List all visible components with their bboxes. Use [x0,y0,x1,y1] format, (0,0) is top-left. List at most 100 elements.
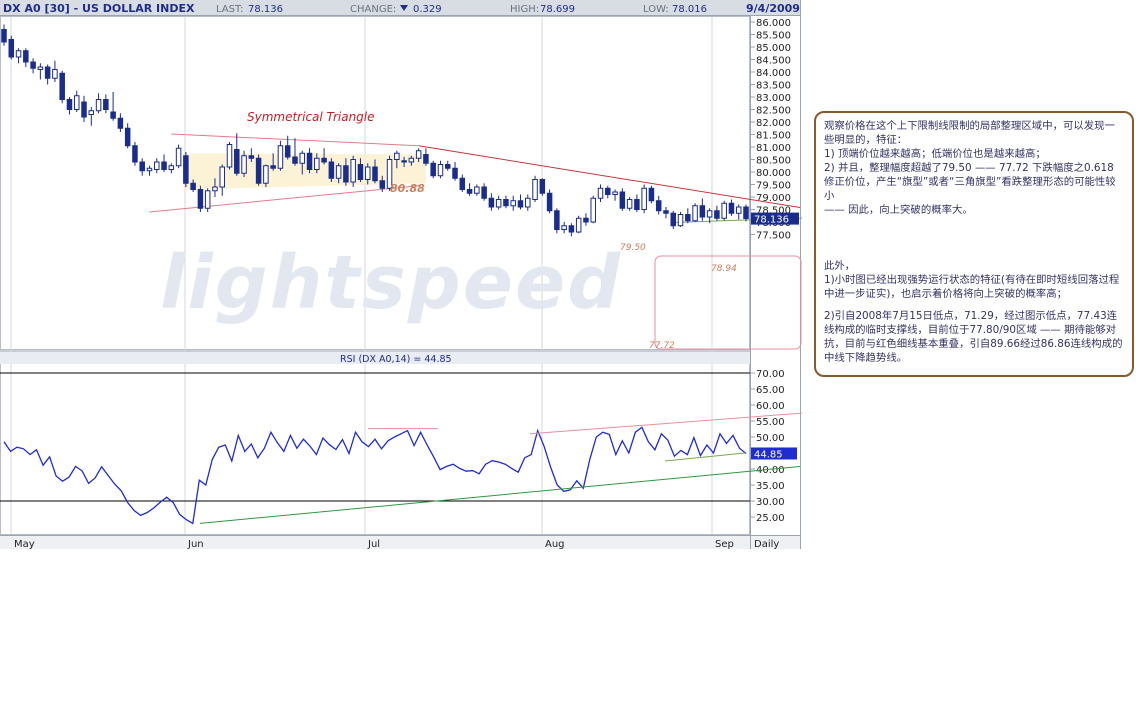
candle-body [466,189,473,194]
candle-body [728,202,735,214]
candle-body [234,149,240,174]
period-label: Daily [754,539,779,550]
candle-body [401,160,407,163]
candle-body [517,200,524,208]
candle-body [605,187,611,195]
candle-body [554,210,560,230]
candle-body [59,72,65,100]
candle-body [44,66,51,79]
price-tick-label: 77.500 [756,231,791,242]
candle-body [721,202,727,219]
candle-body [364,166,371,180]
price-tick-label: 82.500 [756,106,791,117]
rsi-tick-label: 25.00 [756,513,785,524]
candle-body [444,164,451,169]
rsi-tick-label: 55.00 [756,417,785,428]
symbol-title: DX A0 [30] - US DOLLAR INDEX [3,2,195,15]
candle-body [15,50,22,58]
high-label: HIGH: [510,4,539,15]
last-label: LAST: [216,4,243,15]
candle-body [583,217,589,223]
candle-body [175,147,182,167]
candle-body [714,210,720,219]
candle-body [226,144,233,168]
month-label: Sep [715,539,734,550]
candle-body [634,199,640,210]
candle-body [110,111,116,119]
candle-body [103,99,109,110]
last-value: 78.136 [248,4,283,15]
candle-body [154,161,160,170]
candle-body [241,155,247,174]
candle-body [183,155,189,184]
rsi-tick-label: 35.00 [756,481,785,492]
candle-body [284,145,291,158]
low-label-7772: 77.72 [649,341,675,351]
candle-body [204,190,211,209]
candle-body [699,205,706,218]
candle-body [685,214,691,222]
candle-body [532,179,538,200]
candle-body [648,187,655,202]
candle-body [372,166,378,182]
date-label: 9/4/2009 [746,2,800,15]
rsi-tick-label: 70.00 [756,369,785,380]
candle-body [37,66,44,70]
rsi-tick-label: 65.00 [756,385,785,396]
candle-body [706,210,713,218]
lightspeed-watermark: lightspeed [160,240,622,326]
candle-body [481,186,487,199]
candle-body [81,101,87,118]
price-tick-label: 85.000 [756,43,791,54]
candle-body [655,200,662,212]
candle-body [299,152,306,164]
price-tag: 78.136 [754,215,789,226]
candle-body [670,212,677,227]
price-tick-label: 79.000 [756,193,791,204]
candle-body [66,99,73,110]
price-tick-label: 80.000 [756,168,791,179]
peak-label-7950: 79.50 [620,243,646,253]
candle-body [568,225,575,233]
candle-body [1,29,7,43]
peak-label-7894: 78.94 [711,264,737,274]
candle-body [503,199,509,207]
candle-body [8,39,15,58]
candle-body [255,157,262,184]
pattern-title: Symmetrical Triangle [247,110,375,124]
candle-body [306,152,313,170]
watermark-text: lightspeed [160,240,622,326]
candle-body [139,161,145,172]
month-label: Jul [367,539,380,550]
rsi-tick-label: 60.00 [756,401,785,412]
candle-body [546,192,553,212]
candle-body [88,110,95,115]
candle-body [328,161,335,179]
candle-body [95,99,102,112]
candle-body [219,166,225,188]
month-label: Aug [545,539,565,550]
analysis-note: 观察价格在这个上下限制线限制的局部整理区域中，可以发现一些明显的，特征： 1) … [814,111,1134,377]
candle-body [73,95,80,110]
candle-body [292,156,298,164]
change-value: 0.329 [413,4,442,15]
candle-body [52,69,58,79]
note-paragraph-1: 观察价格在这个上下限制线限制的局部整理区域中，可以发现一些明显的，特征： 1) … [824,120,1116,216]
price-tick-label: 81.000 [756,143,791,154]
high-value: 78.699 [540,4,575,15]
price-tick-label: 85.500 [756,31,791,42]
low-value: 78.016 [672,4,707,15]
candle-body [619,191,626,209]
price-tick-label: 83.500 [756,81,791,92]
change-label: CHANGE: [350,4,396,15]
candle-body [161,161,167,170]
candle-body [350,159,356,183]
candle-body [30,61,36,69]
note-paragraph-2: 此外， 1)小时图已经出现强势运行状态的特征(有待在即时短线回落过程中进一步证实… [824,260,1120,300]
month-label: May [14,539,35,550]
candle-body [314,157,320,170]
candle-body [430,162,436,177]
candle-body [452,167,458,179]
candle-body [612,191,618,195]
candle-body [379,180,386,189]
